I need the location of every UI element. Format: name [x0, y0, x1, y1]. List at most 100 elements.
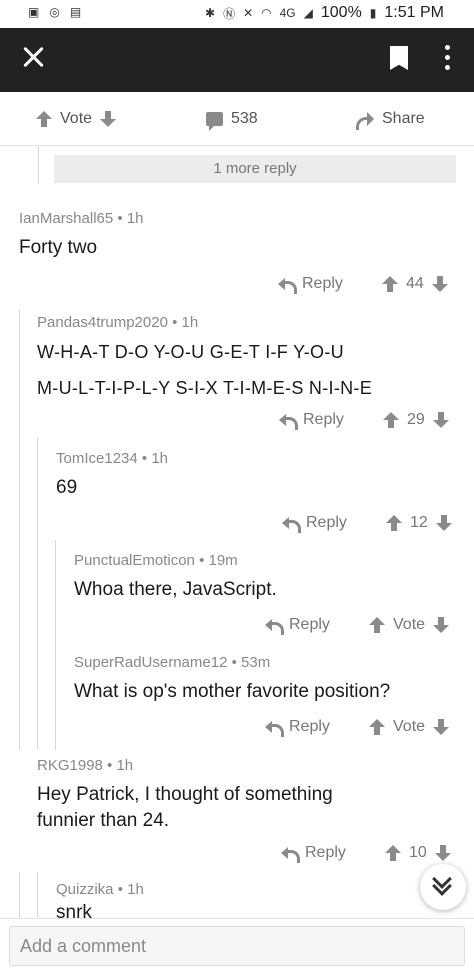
- downvote-icon[interactable]: [433, 719, 450, 735]
- top-app-bar: [0, 28, 474, 92]
- comment-actions: Reply 10: [0, 844, 474, 868]
- comment-text: snrk: [56, 902, 92, 918]
- downvote-icon[interactable]: [100, 111, 117, 127]
- battery-icon: ▮: [369, 6, 377, 20]
- reply-icon: [282, 516, 301, 533]
- comment-text: Forty two: [19, 237, 98, 258]
- upvote-icon[interactable]: [383, 412, 399, 428]
- more-icon[interactable]: [444, 45, 450, 71]
- comment-vote-control: 10: [385, 844, 451, 862]
- reply-button[interactable]: Reply: [281, 844, 346, 863]
- score: 12: [410, 514, 428, 531]
- reply-icon: [265, 720, 284, 737]
- comment-actions: Reply Vote: [0, 718, 474, 742]
- reply-button[interactable]: Reply: [265, 718, 330, 737]
- signal-icon: ◢: [303, 6, 313, 20]
- comment-time: 53m: [241, 654, 271, 671]
- post-vote-control: Vote: [36, 110, 117, 128]
- upvote-icon[interactable]: [36, 111, 52, 127]
- comment-text-line: Hey Patrick, I thought of something: [37, 784, 333, 805]
- comment-time: 1h: [116, 757, 134, 774]
- comments-button[interactable]: 538: [206, 110, 258, 131]
- downvote-icon[interactable]: [431, 276, 448, 292]
- comment-author[interactable]: SuperRadUsername12: [74, 654, 227, 671]
- add-comment-input[interactable]: Add a comment: [9, 926, 465, 966]
- reply-button[interactable]: Reply: [282, 514, 347, 533]
- reply-button[interactable]: Reply: [278, 275, 343, 294]
- comment: Pandas4trump2020 • 1h W-H-A-T D-O Y-O-U …: [37, 314, 372, 401]
- comment-text-line: M-U-L-T-I-P-L-Y S-I-X T-I-M-E-S N-I-N-E: [37, 378, 373, 398]
- more-icon[interactable]: [230, 414, 234, 430]
- comment: Quizzika • 1h snrk: [56, 881, 144, 918]
- more-icon[interactable]: [215, 619, 219, 635]
- upvote-icon[interactable]: [386, 515, 402, 531]
- upvote-icon[interactable]: [369, 617, 385, 633]
- downvote-icon[interactable]: [433, 617, 450, 633]
- comment-author[interactable]: PunctualEmoticon: [74, 552, 195, 569]
- reply-button[interactable]: Reply: [265, 616, 330, 635]
- reply-icon: [265, 618, 284, 635]
- score: 29: [407, 411, 425, 428]
- scroll-down-button[interactable]: [420, 864, 466, 910]
- app-icon: ▤: [69, 5, 82, 19]
- clock: 1:51 PM: [384, 4, 444, 21]
- downvote-icon[interactable]: [435, 515, 452, 531]
- comment-author[interactable]: Quizzika: [56, 881, 114, 898]
- comment: TomIce1234 • 1h 69: [56, 450, 168, 501]
- comment: SuperRadUsername12 • 53m What is op's mo…: [74, 654, 390, 705]
- reply-icon: [279, 413, 298, 430]
- comment-text: What is op's mother favorite position?: [74, 681, 391, 702]
- reply-label: Reply: [305, 844, 346, 861]
- comment: PunctualEmoticon • 19m Whoa there, JavaS…: [74, 552, 277, 603]
- image-icon: ▣: [28, 5, 40, 19]
- nfc-icon: Ⓝ: [223, 6, 236, 21]
- comment-author[interactable]: IanMarshall65: [19, 210, 113, 227]
- score: Vote: [393, 616, 426, 633]
- bookmark-icon[interactable]: [390, 46, 408, 70]
- score: 44: [406, 275, 424, 292]
- upvote-icon[interactable]: [385, 845, 401, 861]
- more-icon[interactable]: [232, 517, 236, 533]
- share-icon: [356, 112, 374, 130]
- comment-author[interactable]: TomIce1234: [56, 450, 138, 467]
- reply-label: Reply: [289, 616, 330, 633]
- reply-button[interactable]: Reply: [279, 411, 344, 430]
- comment-text-line: funnier than 24.: [37, 810, 170, 831]
- reply-label: Reply: [306, 514, 347, 531]
- post-action-bar: Vote 538 Share: [0, 92, 474, 146]
- network-label: 4G: [279, 6, 296, 20]
- thread-line: [19, 872, 20, 918]
- instagram-icon: ◎: [49, 5, 60, 19]
- comment-time: 1h: [151, 450, 168, 467]
- comment-actions: Reply 44: [0, 275, 474, 299]
- score: 10: [409, 844, 427, 861]
- downvote-icon[interactable]: [434, 845, 451, 861]
- more-icon[interactable]: [215, 721, 219, 737]
- more-icon[interactable]: [232, 847, 236, 863]
- upvote-icon[interactable]: [369, 719, 385, 735]
- score: Vote: [393, 718, 426, 735]
- comment-author[interactable]: Pandas4trump2020: [37, 314, 168, 331]
- upvote-icon[interactable]: [382, 276, 398, 292]
- share-button[interactable]: Share: [356, 110, 425, 130]
- comment-author[interactable]: RKG1998: [37, 757, 103, 774]
- more-icon[interactable]: [229, 278, 233, 294]
- close-icon[interactable]: [20, 44, 48, 72]
- thread-line: [37, 438, 38, 750]
- reply-label: Reply: [302, 275, 343, 292]
- notification-icons: ▣ ◎ ▤: [28, 5, 81, 19]
- comment-vote-control: Vote: [369, 616, 450, 634]
- comment-time: 19m: [208, 552, 238, 569]
- comment-actions: Reply 12: [0, 514, 474, 538]
- more-replies-button[interactable]: 1 more reply: [54, 155, 456, 183]
- status-bar: ▣ ◎ ▤ ✱ Ⓝ ✕ ◠ 4G ◢ 100% ▮ 1:51 PM: [0, 0, 474, 28]
- reply-icon: [281, 846, 300, 863]
- system-icons: ✱ Ⓝ ✕ ◠ 4G ◢ 100% ▮ 1:51 PM: [205, 4, 444, 22]
- comment-vote-control: Vote: [369, 718, 450, 736]
- comment-actions: Reply 29: [0, 411, 474, 435]
- comment-time: 1h: [126, 210, 144, 227]
- downvote-icon[interactable]: [432, 412, 449, 428]
- comment-count: 538: [231, 110, 258, 127]
- reply-label: Reply: [289, 718, 330, 735]
- battery-level: 100%: [320, 4, 362, 21]
